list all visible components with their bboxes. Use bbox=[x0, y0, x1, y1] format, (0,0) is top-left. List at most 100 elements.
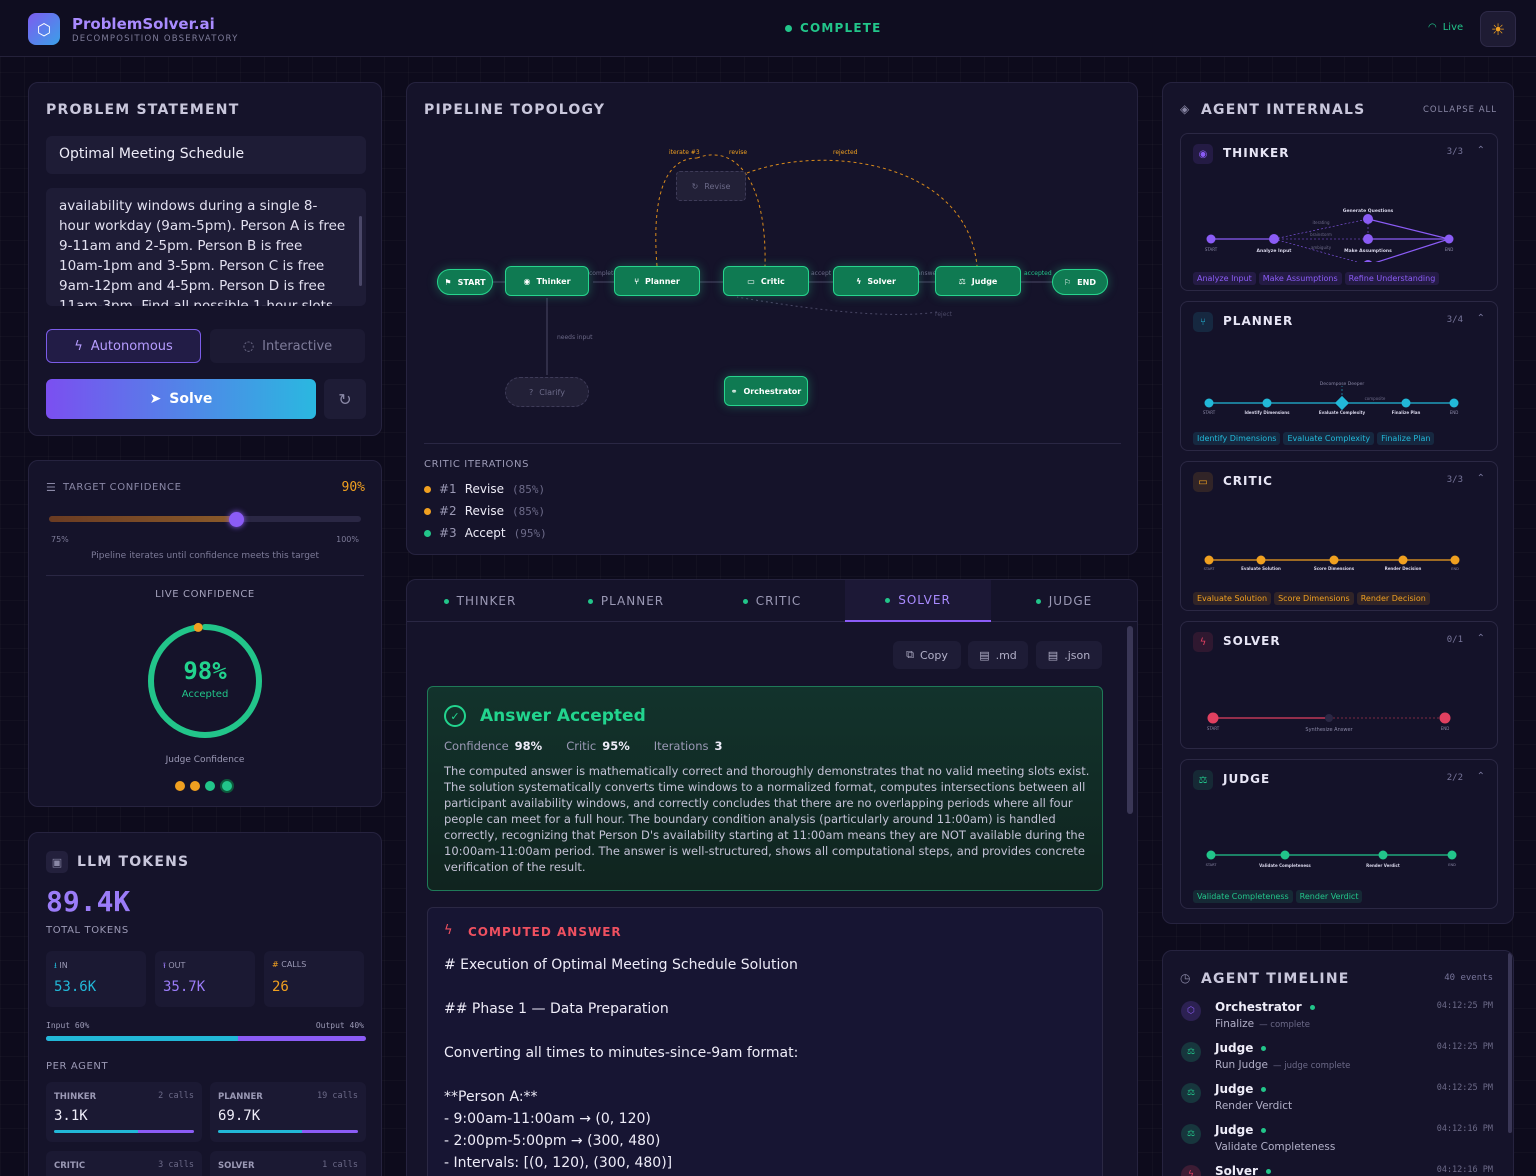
graph-node[interactable] bbox=[1206, 234, 1216, 244]
bolt-icon: ϟ bbox=[856, 276, 862, 286]
graph-node[interactable] bbox=[1206, 850, 1216, 860]
step-chip[interactable]: Render Decision bbox=[1356, 592, 1430, 605]
agent-token-name: PLANNER bbox=[218, 1092, 263, 1102]
step-chip[interactable]: Make Assumptions bbox=[1258, 272, 1342, 285]
graph-node[interactable] bbox=[1398, 555, 1408, 565]
sliders-icon: ☰ bbox=[46, 481, 56, 494]
graph-node[interactable] bbox=[1204, 398, 1214, 408]
timeline-status-dot bbox=[1261, 1127, 1267, 1133]
json-label: .json bbox=[1064, 648, 1091, 662]
tab-planner[interactable]: PLANNER bbox=[553, 580, 699, 622]
tokens-in-card: ⭳ IN 53.6K bbox=[46, 951, 146, 1007]
timeline-event[interactable]: ⬡ Orchestrator Finalize — complete 04:12:25 … bbox=[1181, 999, 1493, 1039]
tab-solver[interactable]: SOLVER bbox=[845, 580, 991, 622]
mode-interactive-button[interactable]: ◌ Interactive bbox=[210, 329, 365, 363]
problem-text-area[interactable]: availability windows during a single 8-h… bbox=[46, 188, 366, 306]
output-scrollbar[interactable] bbox=[1127, 626, 1133, 814]
graph-node[interactable] bbox=[1450, 555, 1460, 565]
timeline-event[interactable]: ⚖ Judge Render Verdict 04:12:25 PM bbox=[1181, 1081, 1493, 1121]
node-orchestrator[interactable]: ⚭ Orchestrator bbox=[724, 376, 808, 406]
agent-card-solver[interactable]: ϟ SOLVER 0/1 ⌃ START Synthesize Answer END bbox=[1180, 621, 1498, 749]
step-chip[interactable]: Evaluate Complexity bbox=[1283, 432, 1375, 445]
mode-autonomous-button[interactable]: ϟ Autonomous bbox=[46, 329, 201, 363]
node-solver[interactable]: ϟ Solver bbox=[833, 266, 919, 296]
node-end[interactable]: ⚐ END bbox=[1052, 269, 1108, 295]
chevron-up-icon[interactable]: ⌃ bbox=[1477, 313, 1485, 324]
confidence-history-dots bbox=[175, 779, 234, 793]
graph-node[interactable] bbox=[1363, 234, 1373, 244]
chevron-up-icon[interactable]: ⌃ bbox=[1477, 473, 1485, 484]
confidence-slider-track[interactable] bbox=[49, 516, 361, 522]
chevron-up-icon[interactable]: ⌃ bbox=[1477, 771, 1485, 782]
node-critic[interactable]: ▭ Critic bbox=[723, 266, 809, 296]
agent-card-critic[interactable]: ▭ CRITIC 3/3 ⌃ START Evaluate Solution Score D… bbox=[1180, 461, 1498, 611]
graph-node[interactable] bbox=[1280, 850, 1290, 860]
node-clarify[interactable]: ? Clarify bbox=[505, 377, 589, 407]
graph-node[interactable] bbox=[1378, 850, 1388, 860]
step-chip[interactable]: Score Dimensions bbox=[1274, 592, 1354, 605]
graph-node[interactable] bbox=[1439, 712, 1451, 724]
timeline-event[interactable]: ⚖ Judge Validate Completeness 04:12:16 PM bbox=[1181, 1122, 1493, 1162]
node-planner[interactable]: ⑂ Planner bbox=[614, 266, 700, 296]
graph-node[interactable] bbox=[1444, 234, 1454, 244]
text-scrollbar[interactable] bbox=[359, 216, 362, 286]
graph-node[interactable] bbox=[1449, 398, 1459, 408]
step-chip[interactable]: Finalize Plan bbox=[1377, 432, 1435, 445]
graph-node[interactable] bbox=[1363, 214, 1373, 224]
agent-card-planner[interactable]: ⑂ PLANNER 3/4 ⌃ START Identify Dimensions Eval… bbox=[1180, 301, 1498, 451]
check-circle-icon: ✓ bbox=[444, 705, 466, 727]
step-chip[interactable]: Evaluate Solution bbox=[1193, 592, 1272, 605]
timeline-agent-name: Judge bbox=[1215, 1082, 1254, 1096]
graph-node[interactable] bbox=[1256, 555, 1266, 565]
network-icon: ⚭ bbox=[730, 386, 738, 396]
solve-button[interactable]: ➤ Solve bbox=[46, 379, 316, 419]
graph-label: Decompose Deeper bbox=[1320, 381, 1365, 387]
graph-node[interactable] bbox=[1363, 260, 1373, 262]
accepted-title: Answer Accepted bbox=[480, 706, 646, 726]
timeline-scrollbar[interactable] bbox=[1508, 953, 1512, 1133]
graph-node[interactable] bbox=[1262, 398, 1272, 408]
confidence-slider-thumb[interactable] bbox=[229, 512, 245, 527]
timeline-event[interactable]: ϟ Solver 04:12:16 PM bbox=[1181, 1163, 1493, 1176]
graph-node[interactable] bbox=[1401, 398, 1411, 408]
target-confidence-value: 90% bbox=[341, 480, 365, 495]
node-thinker[interactable]: ◉ Thinker bbox=[505, 266, 589, 296]
node-start[interactable]: ⚑ START bbox=[437, 269, 493, 295]
agent-card-thinker[interactable]: ◉ THINKER 3/3 ⌃ START Analyze Input Generate Q… bbox=[1180, 133, 1498, 291]
theme-toggle-button[interactable]: ☀ bbox=[1480, 11, 1516, 47]
download-json-button[interactable]: ▤ .json bbox=[1036, 641, 1102, 669]
graph-node[interactable] bbox=[1207, 712, 1219, 724]
reset-button[interactable]: ↻ bbox=[324, 379, 366, 419]
tab-judge[interactable]: JUDGE bbox=[991, 580, 1137, 622]
graph-node[interactable] bbox=[1334, 395, 1350, 411]
agent-card-judge[interactable]: ⚖ JUDGE 2/2 ⌃ START Validate Completeness Rend… bbox=[1180, 759, 1498, 909]
chevron-up-icon[interactable]: ⌃ bbox=[1477, 145, 1485, 156]
timeline-event[interactable]: ⚖ Judge Run Judge — judge complete 04:12:25 … bbox=[1181, 1040, 1493, 1080]
collapse-all-button[interactable]: COLLAPSE ALL bbox=[1423, 105, 1497, 115]
graph-node[interactable] bbox=[1329, 555, 1339, 565]
tab-label: SOLVER bbox=[898, 593, 951, 607]
graph-node[interactable] bbox=[1447, 850, 1457, 860]
step-chip[interactable]: Identify Dimensions bbox=[1193, 432, 1281, 445]
tab-critic[interactable]: CRITIC bbox=[699, 580, 845, 622]
graph-node[interactable] bbox=[1204, 555, 1214, 565]
step-chip[interactable]: Analyze Input bbox=[1193, 272, 1256, 285]
copy-button[interactable]: ⧉ Copy bbox=[893, 641, 961, 669]
chevron-up-icon[interactable]: ⌃ bbox=[1477, 633, 1485, 644]
tab-thinker[interactable]: THINKER bbox=[407, 580, 553, 622]
step-chip[interactable]: Validate Completeness bbox=[1193, 890, 1293, 903]
node-judge[interactable]: ⚖ Judge bbox=[935, 266, 1021, 296]
tokens-calls-value: 26 bbox=[272, 979, 289, 995]
download-md-button[interactable]: ▤ .md bbox=[968, 641, 1028, 669]
step-chip[interactable]: Refine Understanding bbox=[1344, 272, 1440, 285]
iteration-dot bbox=[424, 485, 431, 493]
tokens-in-header: ⭳ IN bbox=[54, 960, 68, 974]
problem-name-input[interactable]: Optimal Meeting Schedule bbox=[46, 136, 366, 174]
node-revise[interactable]: ↻ Revise bbox=[676, 171, 746, 201]
graph-node[interactable] bbox=[1269, 234, 1279, 244]
graph-node[interactable] bbox=[1325, 714, 1333, 722]
problem-title: PROBLEM STATEMENT bbox=[46, 102, 240, 118]
scale-icon: ⚖ bbox=[958, 276, 966, 286]
answer-line bbox=[444, 1020, 1084, 1042]
step-chip[interactable]: Render Verdict bbox=[1295, 890, 1363, 903]
